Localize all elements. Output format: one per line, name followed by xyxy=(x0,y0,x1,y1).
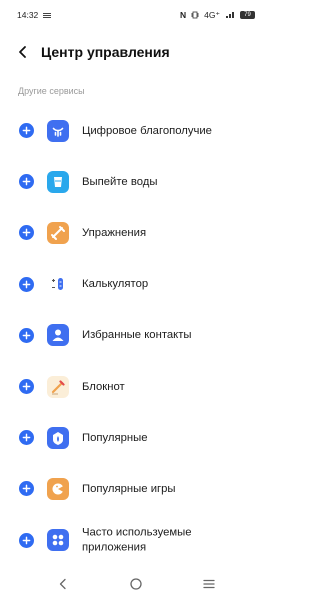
item-label: Цифровое благополучие xyxy=(82,124,212,137)
plus-icon xyxy=(22,536,31,544)
menu-icon xyxy=(202,579,215,589)
nav-home-button[interactable] xyxy=(122,570,150,598)
frequent-apps-icon xyxy=(47,529,69,552)
nfc-icon: N xyxy=(180,10,187,20)
services-list: Цифровое благополучие Выпейте воды Упраж… xyxy=(0,105,271,566)
status-bar: 14:32 N 4G⁺ 79 xyxy=(0,0,271,30)
item-label: Калькулятор xyxy=(82,277,149,290)
add-button[interactable] xyxy=(19,327,34,343)
plus-icon xyxy=(22,177,31,186)
notepad-icon xyxy=(47,375,69,398)
item-label: Упражнения xyxy=(82,226,147,239)
add-button[interactable] xyxy=(19,276,34,292)
plus-icon xyxy=(22,229,31,237)
list-item-frequent-apps[interactable]: Часто используемые приложения xyxy=(0,515,271,566)
network-type: 4G⁺ xyxy=(204,9,220,20)
navigation-bar xyxy=(0,568,271,600)
back-button[interactable] xyxy=(8,37,38,67)
item-label: Выпейте воды xyxy=(82,175,158,188)
add-button[interactable] xyxy=(19,532,34,548)
plus-icon xyxy=(22,382,31,391)
digital-wellbeing-icon xyxy=(47,119,69,142)
plus-icon xyxy=(22,331,31,340)
calculator-icon xyxy=(47,273,69,296)
nav-back-icon xyxy=(59,578,66,590)
add-button[interactable] xyxy=(19,123,34,139)
list-item-calculator[interactable]: Калькулятор xyxy=(0,259,271,310)
add-button[interactable] xyxy=(19,225,34,241)
vibrate-icon xyxy=(191,11,199,19)
list-item-digital-wellbeing[interactable]: Цифровое благополучие xyxy=(0,105,271,156)
home-circle-icon xyxy=(129,578,142,590)
list-item-notepad[interactable]: Блокнот xyxy=(0,361,271,412)
plus-icon xyxy=(22,126,31,135)
games-icon xyxy=(47,477,69,500)
item-label: Популярные xyxy=(82,431,148,444)
header: Центр управления xyxy=(0,30,271,74)
add-button[interactable] xyxy=(19,174,34,190)
plus-icon xyxy=(22,485,31,493)
item-label: Блокнот xyxy=(82,380,125,393)
plus-icon xyxy=(22,433,31,442)
list-item-popular[interactable]: Популярные xyxy=(0,412,271,463)
status-time: 14:32 xyxy=(17,10,39,20)
notification-icon xyxy=(43,12,52,18)
item-label: Часто используемые приложения xyxy=(82,526,192,554)
section-label: Другие сервисы xyxy=(18,86,85,96)
contacts-icon xyxy=(47,324,69,347)
add-button[interactable] xyxy=(19,430,34,446)
battery-indicator: 79 xyxy=(240,11,255,19)
add-button[interactable] xyxy=(19,379,34,395)
popular-icon xyxy=(47,426,69,449)
list-item-favorite-contacts[interactable]: Избранные контакты xyxy=(0,310,271,361)
plus-icon xyxy=(22,280,31,289)
back-arrow-icon xyxy=(19,46,26,58)
page-title: Центр управления xyxy=(41,44,170,60)
nav-back-button[interactable] xyxy=(49,570,77,598)
list-item-drink-water[interactable]: Выпейте воды xyxy=(0,156,271,207)
item-label: Избранные контакты xyxy=(82,329,192,342)
list-item-popular-games[interactable]: Популярные игры xyxy=(0,463,271,514)
item-label: Популярные игры xyxy=(82,482,176,495)
list-item-exercise[interactable]: Упражнения xyxy=(0,207,271,258)
exercise-icon xyxy=(47,221,69,244)
signal-icon xyxy=(226,12,234,18)
add-button[interactable] xyxy=(19,481,34,497)
nav-menu-button[interactable] xyxy=(195,570,223,598)
water-glass-icon xyxy=(47,170,69,193)
